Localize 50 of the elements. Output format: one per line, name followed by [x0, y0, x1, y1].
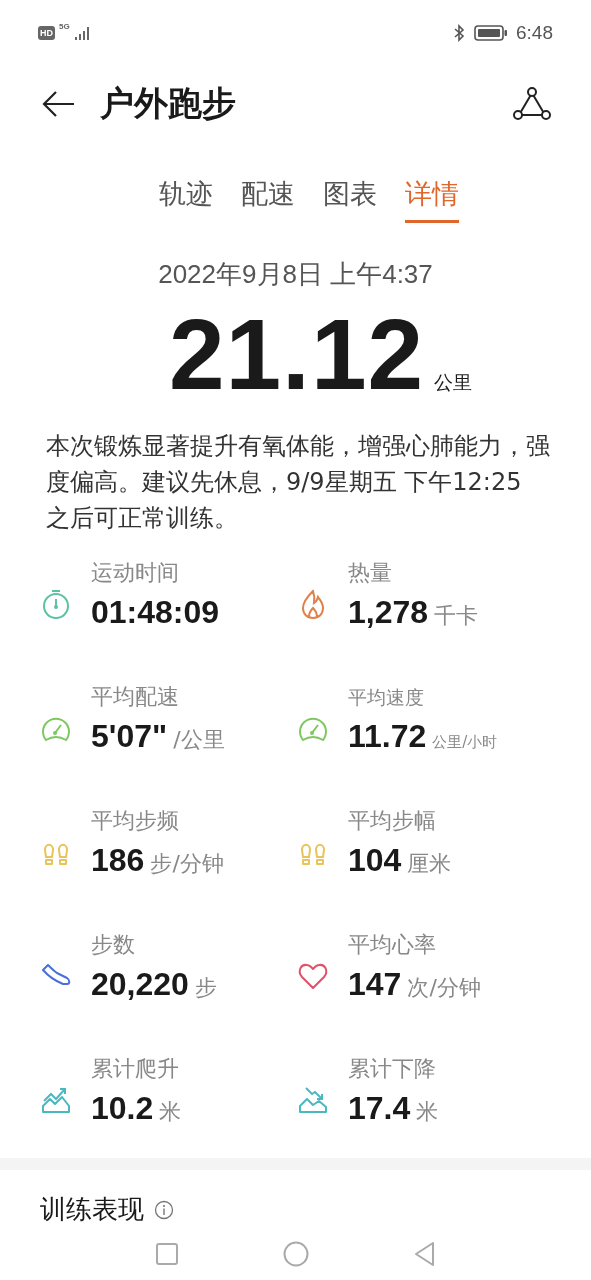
stat-value: 147 — [348, 965, 402, 1004]
stat-label: 热量 — [348, 559, 393, 587]
stat-unit: 次/分钟 — [407, 974, 481, 1002]
page-title: 户外跑步 — [100, 82, 237, 125]
stat-value: 186 — [91, 841, 145, 880]
workout-date: 2022年9月8日 上午4:37 — [157, 258, 434, 291]
stat-value: 10.2 — [91, 1089, 154, 1128]
stat-label: 平均心率 — [348, 931, 437, 959]
stat-value: 17.4 — [348, 1089, 411, 1128]
stat-value: 11.72 — [348, 717, 427, 756]
stat-value: 01:48:09 — [91, 593, 220, 632]
stat-unit: 米 — [416, 1098, 439, 1126]
clock-time: 6:48 — [516, 22, 553, 44]
battery-icon — [474, 25, 508, 41]
home-button-icon[interactable] — [282, 1241, 309, 1267]
stat-label: 平均速度 — [348, 685, 425, 710]
tab[interactable]: 轨迹 — [158, 176, 213, 223]
section-title: 训练表现 — [40, 1193, 144, 1226]
hd-badge: HD — [38, 26, 55, 40]
stat-label: 运动时间 — [91, 559, 180, 587]
stat-value: 5'07" — [91, 717, 168, 756]
back-button-icon[interactable] — [412, 1241, 437, 1267]
route-icon[interactable] — [513, 86, 551, 122]
tab[interactable]: 图表 — [322, 176, 377, 223]
stat-label: 平均步频 — [91, 807, 180, 835]
stat-label: 累计下降 — [348, 1055, 437, 1083]
stat-unit: 步 — [194, 974, 217, 1002]
info-icon[interactable] — [154, 1199, 174, 1220]
distance-unit: 公里 — [434, 370, 473, 395]
recents-button-icon[interactable] — [154, 1242, 179, 1266]
stat-unit: 米 — [159, 1098, 182, 1126]
stat-unit: 千卡 — [434, 602, 479, 630]
stat-value: 20,220 — [91, 965, 189, 1004]
stat-label: 步数 — [91, 931, 136, 959]
stat-unit: 公里/小时 — [432, 733, 498, 752]
advice-text: 本次锻炼显著提升有氧体能，增强心肺能力，强度偏高。建议先休息，9/9星期五 下午12:25 之后可正常训练。 — [46, 431, 551, 534]
stat-label: 平均步幅 — [348, 807, 437, 835]
stat-unit: /公里 — [173, 726, 225, 754]
stat-unit: 厘米 — [407, 850, 452, 878]
stat-value: 1,278 — [348, 593, 429, 632]
network-label: 5G — [59, 22, 70, 31]
tab[interactable]: 配速 — [240, 176, 295, 223]
stat-label: 平均配速 — [91, 683, 180, 711]
stat-value: 104 — [348, 841, 402, 880]
stat-label: 累计爬升 — [91, 1055, 180, 1083]
bluetooth-icon — [452, 24, 466, 42]
back-arrow-icon[interactable] — [42, 90, 76, 118]
signal-icon — [73, 26, 92, 40]
distance-value: 21.12 — [168, 304, 425, 404]
stat-unit: 步/分钟 — [150, 850, 224, 878]
